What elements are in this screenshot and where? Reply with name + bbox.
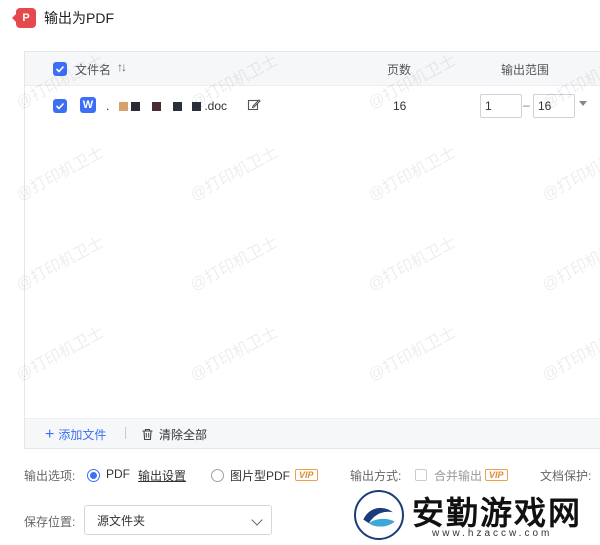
brand-logo-icon [354,490,404,540]
file-page-count: 16 [393,99,407,113]
output-mode-label: 输出方式: [350,469,402,483]
window-title: 输出为PDF [44,10,114,26]
file-list-panel: 文件名 ↑↓ 页数 输出范围 W . .doc 16 – [14,51,600,449]
merge-output-checkbox[interactable] [415,469,427,481]
image-pdf-label: 图片型PDF [230,469,291,483]
clear-all-label: 清除全部 [159,428,208,442]
add-file-label: 添加文件 [58,428,107,442]
table-header: 文件名 ↑↓ 页数 输出范围 [25,52,600,86]
merge-output-label: 合并输出 [434,469,483,483]
range-to-input[interactable] [533,94,575,118]
plus-icon: + [45,425,55,443]
add-file-button[interactable]: + 添加文件 [45,426,106,443]
word-icon-letter: W [82,99,94,111]
sort-icon[interactable]: ↑↓ [117,60,127,74]
watermark: @打印机卫士 [365,324,459,385]
select-all-checkbox[interactable] [53,62,67,76]
file-name: . .doc [106,99,227,113]
vip-badge: VIP [485,469,508,481]
save-location-select[interactable]: 源文件夹 [84,505,272,535]
watermark: @打印机卫士 [365,144,459,205]
brand-url: www.hzaccw.com [432,528,553,539]
edit-icon[interactable] [247,98,261,112]
check-icon [55,65,65,73]
output-settings-link[interactable]: 输出设置 [138,467,186,484]
watermark: @打印机卫士 [365,234,459,295]
watermark: @打印机卫士 [187,234,281,295]
doc-protect-label: 文档保护: [540,469,592,483]
watermark: @打印机卫士 [539,144,600,205]
column-header-pages: 页数 [387,63,412,77]
column-header-range: 输出范围 [501,63,550,77]
image-pdf-radio[interactable] [211,469,224,482]
pdf-radio[interactable] [87,469,100,482]
save-location-label: 保存位置: [24,515,76,529]
output-option-label: 输出选项: [24,469,76,483]
pdf-radio-label: PDF [106,467,130,481]
check-icon [55,102,65,110]
watermark: @打印机卫士 [187,144,281,205]
output-options-row: 输出选项: PDF 输出设置 图片型PDF VIP 输出方式: 合并输出 VIP… [24,467,600,485]
redacted-block [192,101,202,111]
trash-icon [142,428,153,441]
range-dropdown-icon[interactable] [579,101,587,106]
site-brand-watermark: 安勤游戏网 www.hzaccw.com [350,484,600,545]
watermark: @打印机卫士 [13,144,107,205]
word-file-icon: W [80,97,96,113]
redacted-block [131,101,141,111]
pdf-app-icon: P [12,8,36,28]
file-extension: .doc [204,99,228,113]
redacted-block [152,101,162,111]
save-location-value: 源文件夹 [97,513,146,528]
row-checkbox[interactable] [53,99,67,113]
chevron-down-icon [251,514,263,526]
redacted-gap [164,102,170,111]
redacted-gap [143,102,149,111]
watermark: @打印机卫士 [13,234,107,295]
watermark: @打印机卫士 [13,324,107,385]
watermark: @打印机卫士 [539,324,600,385]
watermark: @打印机卫士 [187,324,281,385]
table-row: W . .doc 16 – [25,88,600,124]
column-header-filename: 文件名 [75,63,112,77]
redacted-block [173,101,183,111]
range-from-input[interactable] [480,94,522,118]
file-list-footer: + 添加文件 清除全部 [25,418,600,448]
file-name-prefix: . [106,99,110,113]
vip-badge: VIP [295,469,318,481]
range-separator: – [523,98,530,112]
app-icon-letter: P [22,12,30,24]
redacted-block [119,101,129,111]
title-bar: P 输出为PDF [0,0,600,34]
clear-all-button[interactable]: 清除全部 [141,426,207,443]
watermark: @打印机卫士 [539,234,600,295]
redacted-gap [185,102,189,111]
footer-divider [125,427,126,439]
